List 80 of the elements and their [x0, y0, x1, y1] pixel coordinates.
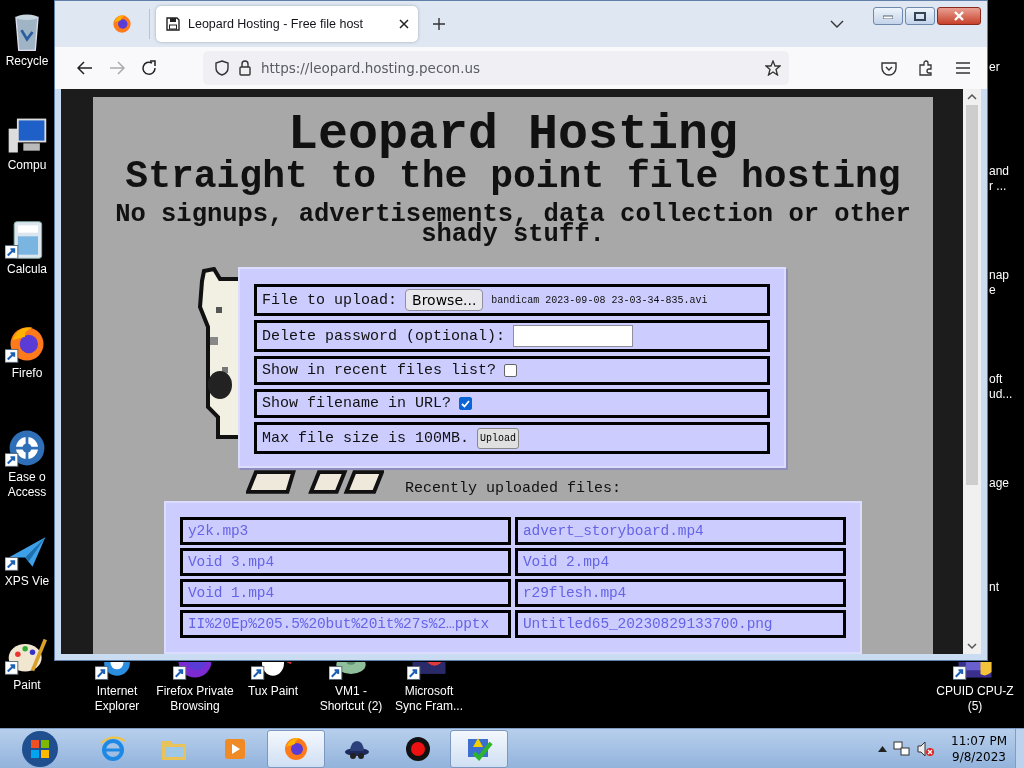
forward-arrow-icon [109, 61, 125, 75]
section-heading: Recently uploaded files: [404, 480, 621, 497]
lock-icon[interactable] [239, 60, 251, 76]
file-link[interactable]: II%20Ep%205.5%20but%20it%27s%2…pptx [180, 610, 511, 638]
desktop-icon-label: Tux Paint [247, 684, 299, 699]
desktop-icon-label: XPS Vie [4, 574, 50, 589]
desktop-icon-label: er [989, 60, 1000, 75]
browser-tab[interactable]: Leopard Hosting - Free file host [156, 6, 418, 42]
scrollbar[interactable] [963, 89, 981, 654]
desktop-icon-label: nap [989, 268, 1010, 283]
desktop-icon-label: (5) [967, 699, 983, 714]
field-label: Show in recent files list? [262, 362, 497, 379]
password-field[interactable] [513, 325, 634, 347]
address-bar[interactable]: https://leopard.hosting.pecon.us [203, 51, 789, 85]
desktop-icon-label: Paint [13, 678, 41, 693]
desktop-icon-label: Firefox Private [156, 684, 234, 699]
desktop-icon-label: Explorer [94, 699, 140, 714]
field-label: Show filename in URL? [262, 395, 452, 412]
close-button[interactable] [937, 7, 981, 25]
browse-button[interactable]: Browse... [405, 289, 484, 311]
upload-button[interactable]: Upload [477, 427, 520, 449]
desktop-icon-label: Compu [7, 158, 47, 173]
puzzle-icon [918, 60, 934, 76]
maximize-button[interactable] [905, 7, 935, 25]
shield-icon[interactable] [215, 60, 229, 76]
scroll-down-icon[interactable] [967, 642, 977, 650]
desktop-icon-label: oft [989, 372, 1003, 387]
desktop-icon-label: Microsoft [404, 684, 454, 699]
scroll-up-icon[interactable] [967, 93, 977, 101]
pocket-icon [881, 60, 897, 76]
field-label: File to upload: [262, 291, 398, 309]
desktop-icon-label: Shortcut (2) [319, 699, 383, 714]
desktop-icon-label: ud... [989, 387, 1013, 402]
desktop-icon-label: e [989, 283, 996, 298]
close-icon[interactable] [398, 18, 410, 30]
back-arrow-icon [77, 61, 93, 75]
file-link[interactable]: Untitled65_20230829133700.png [515, 610, 846, 638]
desktop-icon-label: age [989, 476, 1010, 491]
reload-icon [141, 60, 157, 76]
clock[interactable]: 11:07 PM 9/8/2023 [951, 732, 1007, 765]
desktop-icon-label: r ... [989, 179, 1007, 194]
field-label: Delete password (optional): [262, 327, 506, 345]
site-subtitle: Straight to the point file hosting [125, 157, 901, 197]
desktop-icon-label: CPUID CPU-Z [936, 684, 1014, 699]
maximize-icon [914, 11, 926, 21]
muted-speaker-icon[interactable] [917, 740, 935, 757]
desktop-icon-label: Recycle [5, 54, 49, 69]
file-name: bandicam 2023-09-08 23-03-34-835.avi [491, 294, 708, 306]
internet-explorer-icon [99, 734, 127, 763]
record-icon [404, 734, 432, 763]
file-link[interactable]: advert_storyboard.mp4 [515, 517, 846, 545]
field-label: Max file size is 100MB. [262, 429, 470, 447]
new-tab-icon[interactable] [432, 17, 446, 31]
desktop-icon-label: Ease o [8, 470, 46, 485]
checkbox[interactable] [459, 397, 473, 410]
desktop-icon-label: nt [989, 580, 999, 595]
site-title: Leopard Hosting [287, 113, 739, 157]
chevron-down-icon[interactable] [830, 20, 844, 28]
start-button[interactable] [20, 728, 60, 768]
star-icon[interactable] [765, 60, 781, 76]
tray-arrow-icon[interactable] [878, 745, 887, 752]
taskbar-button[interactable] [267, 729, 325, 768]
file-link[interactable]: Void 1.mp4 [180, 579, 511, 607]
desktop-icon-label: Firefo [11, 366, 43, 381]
desktop-icon-label: and [989, 164, 1010, 179]
network-icon[interactable] [893, 740, 911, 757]
checkbox[interactable] [504, 364, 518, 377]
menu-icon [955, 62, 971, 74]
desktop-icon-label: Calcula [7, 262, 47, 277]
file-link[interactable]: r29flesh.mp4 [515, 579, 846, 607]
file-link[interactable]: Void 2.mp4 [515, 548, 846, 576]
close-icon [953, 11, 965, 21]
desktop-icon-label: Sync Fram... [395, 699, 463, 714]
desktop-icon-label: VM1 - [335, 684, 367, 699]
desktop-icon-label: Access [7, 485, 47, 500]
file-link[interactable]: y2k.mp3 [180, 517, 511, 545]
file-link[interactable]: Void 3.mp4 [180, 548, 511, 576]
desktop-icon-label: Browsing [170, 699, 220, 714]
desktop-icon-label: Internet [96, 684, 138, 699]
minimize-icon [883, 13, 893, 19]
